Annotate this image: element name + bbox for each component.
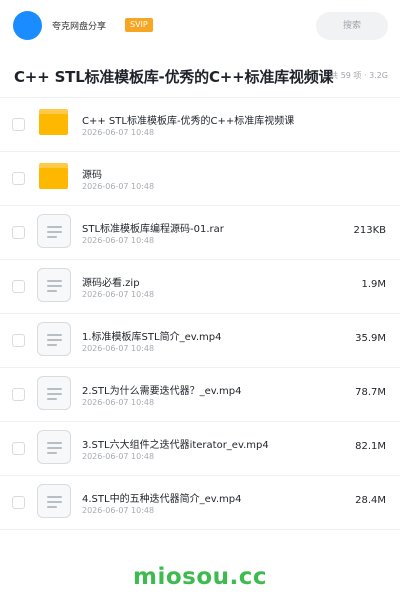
file-date: 2026-06-07 10:48 xyxy=(82,182,155,191)
list-item[interactable]: 源码必看.zip 2026-06-07 10:48 1.9M xyxy=(0,260,400,314)
file-name[interactable]: 3.STL六大组件之迭代器iterator_ev.mp4 xyxy=(82,436,282,451)
top-bar: 夸克网盘分享 SVIP 搜索 xyxy=(0,0,400,52)
document-icon xyxy=(37,214,71,248)
search-input[interactable]: 搜索 xyxy=(316,12,388,40)
file-size: 213KB xyxy=(353,225,386,236)
share-meta: 共 59 项 · 3.2G xyxy=(330,71,388,80)
list-item[interactable]: 1.标准模板库STL简介_ev.mp4 2026-06-07 10:48 35.… xyxy=(0,314,400,368)
file-size: 28.4M xyxy=(355,495,386,506)
row-checkbox[interactable] xyxy=(12,388,25,401)
site-watermark: miosou.cc xyxy=(132,564,268,590)
list-item[interactable]: C++ STL标准模板库-优秀的C++标准库视频课 2026-06-07 10:… xyxy=(0,98,400,152)
file-name[interactable]: 1.标准模板库STL简介_ev.mp4 xyxy=(82,328,282,343)
page-title: C++ STL标准模板库-优秀的C++标准库视频课 xyxy=(14,68,334,86)
file-name[interactable]: 源码 xyxy=(82,166,282,181)
avatar[interactable] xyxy=(13,11,42,40)
folder-icon xyxy=(39,109,68,135)
svip-badge: SVIP xyxy=(125,18,153,32)
file-date: 2026-06-07 10:48 xyxy=(82,236,155,245)
document-icon xyxy=(37,376,71,410)
file-date: 2026-06-07 10:48 xyxy=(82,398,155,407)
document-icon xyxy=(37,322,71,356)
account-name[interactable]: 夸克网盘分享 xyxy=(52,19,106,32)
file-date: 2026-06-07 10:48 xyxy=(82,452,155,461)
row-checkbox[interactable] xyxy=(12,226,25,239)
row-checkbox[interactable] xyxy=(12,442,25,455)
file-size: 82.1M xyxy=(355,441,386,452)
file-list: C++ STL标准模板库-优秀的C++标准库视频课 2026-06-07 10:… xyxy=(0,98,400,530)
list-item[interactable]: STL标准模板库编程源码-01.rar 2026-06-07 10:48 213… xyxy=(0,206,400,260)
file-name[interactable]: 源码必看.zip xyxy=(82,274,282,289)
file-size: 78.7M xyxy=(355,387,386,398)
row-checkbox[interactable] xyxy=(12,334,25,347)
list-item[interactable]: 3.STL六大组件之迭代器iterator_ev.mp4 2026-06-07 … xyxy=(0,422,400,476)
folder-icon xyxy=(39,163,68,189)
file-date: 2026-06-07 10:48 xyxy=(82,128,155,137)
document-icon xyxy=(37,484,71,518)
file-name[interactable]: 4.STL中的五种迭代器简介_ev.mp4 xyxy=(82,490,282,505)
list-item[interactable]: 4.STL中的五种迭代器简介_ev.mp4 2026-06-07 10:48 2… xyxy=(0,476,400,530)
document-icon xyxy=(37,268,71,302)
row-checkbox[interactable] xyxy=(12,172,25,185)
file-size: 1.9M xyxy=(361,279,386,290)
file-date: 2026-06-07 10:48 xyxy=(82,506,155,515)
row-checkbox[interactable] xyxy=(12,280,25,293)
file-name[interactable]: 2.STL为什么需要迭代器？_ev.mp4 xyxy=(82,382,282,397)
file-size: 35.9M xyxy=(355,333,386,344)
file-name[interactable]: C++ STL标准模板库-优秀的C++标准库视频课 xyxy=(82,112,322,127)
document-icon xyxy=(37,430,71,464)
row-checkbox[interactable] xyxy=(12,496,25,509)
file-date: 2026-06-07 10:48 xyxy=(82,344,155,353)
list-item[interactable]: 源码 2026-06-07 10:48 xyxy=(0,152,400,206)
file-date: 2026-06-07 10:48 xyxy=(82,290,155,299)
share-header: C++ STL标准模板库-优秀的C++标准库视频课 共 59 项 · 3.2G xyxy=(0,52,400,98)
file-name[interactable]: STL标准模板库编程源码-01.rar xyxy=(82,220,282,235)
row-checkbox[interactable] xyxy=(12,118,25,131)
list-item[interactable]: 2.STL为什么需要迭代器？_ev.mp4 2026-06-07 10:48 7… xyxy=(0,368,400,422)
